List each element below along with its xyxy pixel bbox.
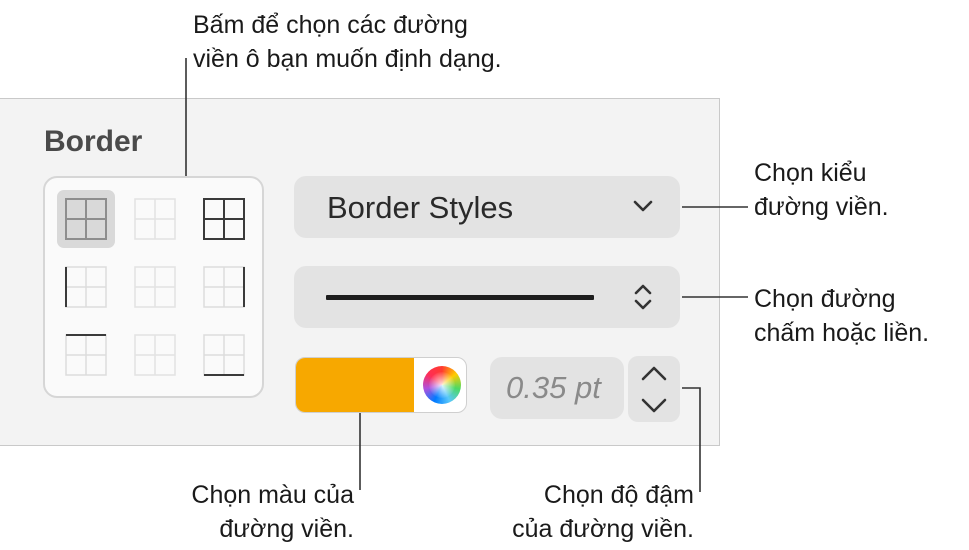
leader-line-weight bbox=[682, 387, 701, 492]
callout-leader-lines bbox=[185, 58, 748, 492]
